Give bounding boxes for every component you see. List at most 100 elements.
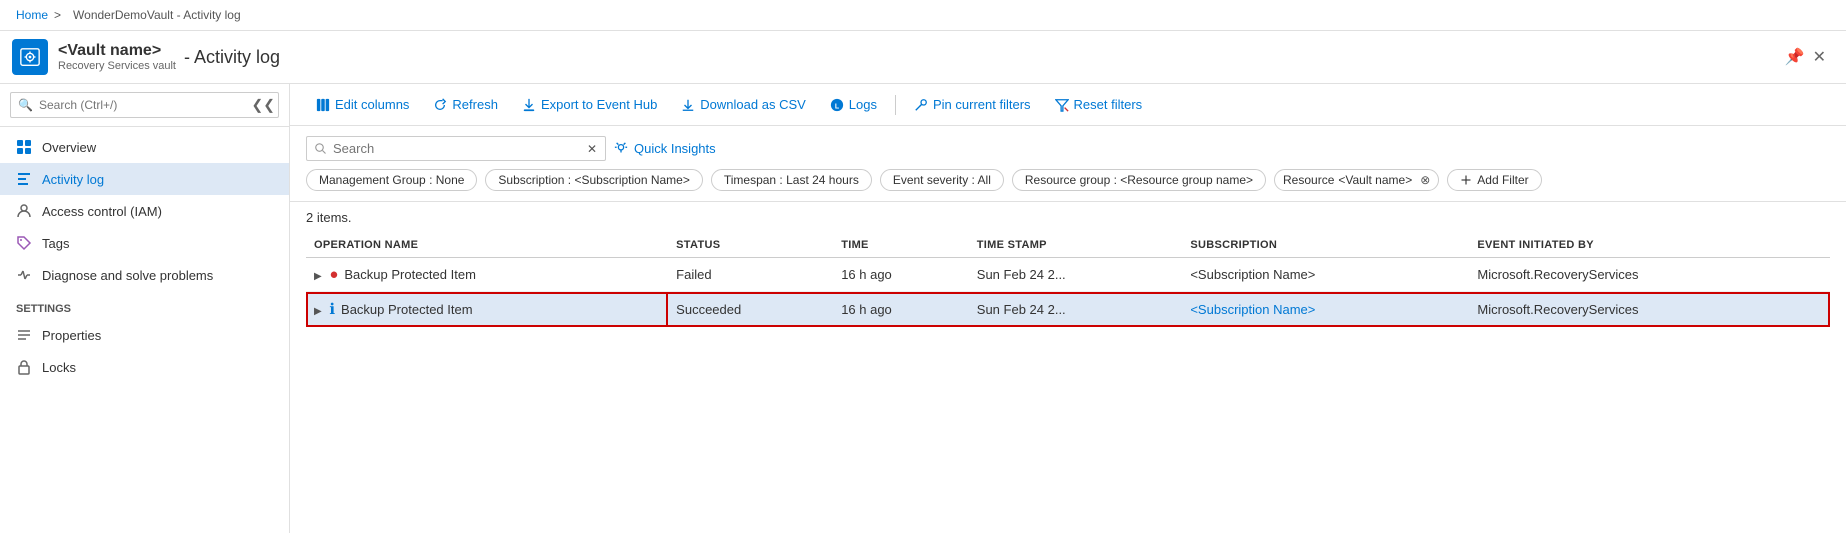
vault-name-block: <Vault name> Recovery Services vault	[58, 42, 176, 72]
table-header-row: OPERATION NAME STATUS TIME TIME STAMP SU…	[306, 233, 1830, 258]
breadcrumb: Home > WonderDemoVault - Activity log	[0, 0, 1846, 31]
edit-columns-button[interactable]: Edit columns	[306, 92, 419, 117]
refresh-label: Refresh	[452, 97, 498, 112]
logs-label: Logs	[849, 97, 877, 112]
export-icon	[522, 98, 536, 112]
table-row[interactable]: ▶ ℹ Backup Protected Item Succeeded 16 h…	[306, 292, 1830, 327]
filter-tag-resource-group-label: Resource group : <Resource group name>	[1025, 173, 1253, 187]
svg-text:L: L	[835, 103, 840, 110]
sidebar-item-locks[interactable]: Locks	[0, 351, 289, 383]
row1-expand-button[interactable]: ▶	[314, 271, 322, 282]
download-icon	[681, 98, 695, 112]
sidebar-item-access-control[interactable]: Access control (IAM)	[0, 195, 289, 227]
sidebar-collapse-button[interactable]: ❮❮	[252, 97, 275, 114]
filter-tag-timespan[interactable]: Timespan : Last 24 hours	[711, 169, 872, 191]
sidebar: 🔍 ❮❮ Overview Activity log	[0, 84, 290, 533]
sidebar-item-diagnose-label: Diagnose and solve problems	[42, 268, 213, 283]
filter-area: ✕ Quick Insights Management Group : None	[290, 126, 1846, 202]
sidebar-item-iam-label: Access control (IAM)	[42, 204, 162, 219]
filter-tag-management-group[interactable]: Management Group : None	[306, 169, 477, 191]
row1-error-icon: ●	[329, 266, 338, 283]
sidebar-item-diagnose[interactable]: Diagnose and solve problems	[0, 259, 289, 291]
row1-subscription: <Subscription Name>	[1182, 258, 1469, 292]
sidebar-item-tags[interactable]: Tags	[0, 227, 289, 259]
toolbar-separator	[895, 95, 896, 115]
sidebar-item-overview-label: Overview	[42, 140, 96, 155]
search-clear-button[interactable]: ✕	[587, 142, 597, 156]
add-filter-icon	[1460, 174, 1472, 186]
activity-log-table: OPERATION NAME STATUS TIME TIME STAMP SU…	[306, 233, 1830, 327]
breadcrumb-current: WonderDemoVault - Activity log	[73, 8, 241, 22]
main-content: Edit columns Refresh Export to Event Hub…	[290, 84, 1846, 533]
filter-tag-event-severity[interactable]: Event severity : All	[880, 169, 1004, 191]
pin-button[interactable]: 📌	[1781, 43, 1809, 71]
page-title: - Activity log	[184, 47, 280, 68]
filter-tag-resource-clear[interactable]: ⊗	[1420, 173, 1430, 187]
sidebar-search-container: 🔍 ❮❮	[0, 84, 289, 127]
col-time: TIME	[833, 233, 969, 258]
export-event-hub-button[interactable]: Export to Event Hub	[512, 92, 667, 117]
row2-subscription: <Subscription Name>	[1182, 292, 1469, 327]
vault-subtitle: Recovery Services vault	[58, 60, 176, 72]
row2-expand-button[interactable]: ▶	[314, 306, 322, 317]
row2-event-initiated: Microsoft.RecoveryServices	[1469, 292, 1830, 327]
download-csv-button[interactable]: Download as CSV	[671, 92, 816, 117]
quick-insights-button[interactable]: Quick Insights	[614, 141, 716, 156]
sidebar-search-input[interactable]	[10, 92, 279, 118]
download-csv-label: Download as CSV	[700, 97, 806, 112]
row1-timestamp: Sun Feb 24 2...	[969, 258, 1183, 292]
overview-icon	[16, 139, 32, 155]
tags-icon	[16, 235, 32, 251]
add-filter-button[interactable]: Add Filter	[1447, 169, 1541, 191]
logs-button[interactable]: L Logs	[820, 92, 887, 117]
refresh-button[interactable]: Refresh	[423, 92, 508, 117]
row2-status: Succeeded	[668, 292, 833, 327]
col-event-initiated-by: EVENT INITIATED BY	[1469, 233, 1830, 258]
quick-insights-label: Quick Insights	[634, 141, 716, 156]
col-subscription: SUBSCRIPTION	[1182, 233, 1469, 258]
page-header: <Vault name> Recovery Services vault - A…	[0, 31, 1846, 84]
filter-tag-event-severity-label: Event severity : All	[893, 173, 991, 187]
activity-icon	[16, 171, 32, 187]
breadcrumb-home[interactable]: Home	[16, 8, 48, 22]
filter-tag-resource-value: <Vault name>	[1338, 173, 1412, 187]
pin-filters-label: Pin current filters	[933, 97, 1031, 112]
reset-filters-icon	[1055, 98, 1069, 112]
filter-tags-row: Management Group : None Subscription : <…	[306, 169, 1830, 191]
sidebar-item-overview[interactable]: Overview	[0, 131, 289, 163]
row2-timestamp: Sun Feb 24 2...	[969, 292, 1183, 327]
sidebar-item-activity-label: Activity log	[42, 172, 104, 187]
items-count: 2 items.	[306, 210, 1830, 225]
reset-filters-button[interactable]: Reset filters	[1045, 92, 1153, 117]
sidebar-item-locks-label: Locks	[42, 360, 76, 375]
search-input[interactable]	[333, 141, 581, 156]
toolbar: Edit columns Refresh Export to Event Hub…	[290, 84, 1846, 126]
filter-tag-subscription[interactable]: Subscription : <Subscription Name>	[485, 169, 702, 191]
sidebar-nav: Overview Activity log Access control (IA…	[0, 127, 289, 533]
table-row[interactable]: ▶ ● Backup Protected Item Failed 16 h ag…	[306, 258, 1830, 292]
pin-filters-button[interactable]: Pin current filters	[904, 92, 1041, 117]
sidebar-item-tags-label: Tags	[42, 236, 69, 251]
diagnose-icon	[16, 267, 32, 283]
filter-tag-resource-group[interactable]: Resource group : <Resource group name>	[1012, 169, 1266, 191]
col-status: STATUS	[668, 233, 833, 258]
filter-tag-management-label: Management Group : None	[319, 173, 464, 187]
row2-subscription-link[interactable]: <Subscription Name>	[1190, 302, 1315, 317]
sidebar-search-icon: 🔍	[18, 98, 33, 112]
settings-section-title: Settings	[0, 291, 289, 319]
sidebar-item-properties[interactable]: Properties	[0, 319, 289, 351]
export-label: Export to Event Hub	[541, 97, 657, 112]
close-button[interactable]: ✕	[1809, 43, 1830, 71]
locks-icon	[16, 359, 32, 375]
filter-tag-resource[interactable]: Resource <Vault name> ⊗	[1274, 169, 1439, 191]
reset-filters-label: Reset filters	[1074, 97, 1143, 112]
row1-event-initiated: Microsoft.RecoveryServices	[1469, 258, 1830, 292]
filter-tag-timespan-label: Timespan : Last 24 hours	[724, 173, 859, 187]
sidebar-item-activity-log[interactable]: Activity log	[0, 163, 289, 195]
quick-insights-icon	[614, 142, 628, 156]
row1-operation: ▶ ● Backup Protected Item	[306, 258, 668, 292]
sidebar-item-properties-label: Properties	[42, 328, 101, 343]
edit-columns-label: Edit columns	[335, 97, 409, 112]
filter-tag-subscription-label: Subscription : <Subscription Name>	[498, 173, 689, 187]
col-timestamp: TIME STAMP	[969, 233, 1183, 258]
